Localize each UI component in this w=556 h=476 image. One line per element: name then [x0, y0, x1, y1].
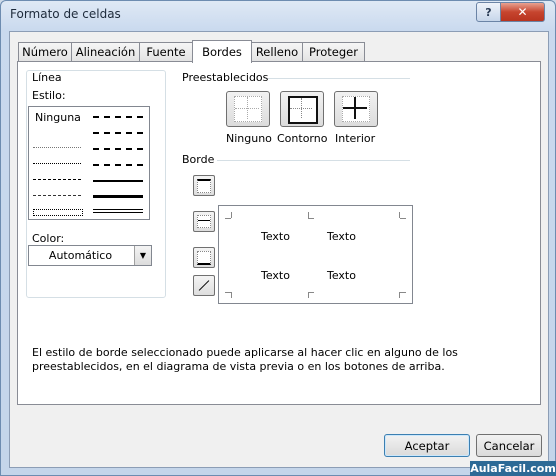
help-button[interactable]: ?	[476, 2, 501, 22]
tab-bordes[interactable]: Bordes	[192, 40, 252, 63]
corner-mark	[225, 218, 231, 219]
corner-mark	[400, 218, 406, 219]
style-dashdotdot-option[interactable]	[33, 179, 81, 180]
bordes-panel: Línea Estilo: Ninguna Color: Automático	[17, 61, 541, 405]
style-label: Estilo:	[32, 89, 66, 102]
corner-mark	[231, 212, 232, 218]
tab-relleno[interactable]: Relleno	[251, 42, 303, 61]
border-diagonal-up-button[interactable]	[193, 275, 215, 296]
tab-numero[interactable]: Número	[18, 42, 72, 61]
tab-fuente[interactable]: Fuente	[139, 42, 193, 61]
border-top-icon	[197, 179, 211, 193]
border-bottom-icon	[197, 251, 211, 265]
border-title: Borde	[182, 153, 215, 166]
preset-outline-label: Contorno	[277, 132, 328, 145]
line-style-list[interactable]: Ninguna	[28, 106, 150, 220]
corner-mark	[400, 292, 406, 293]
accept-button[interactable]: Aceptar	[384, 434, 470, 457]
style-slant-dashdot-option[interactable]	[93, 132, 143, 134]
preview-text: Texto	[327, 269, 356, 282]
style-double-option[interactable]	[93, 209, 143, 213]
dialog-body: Número Alineación Fuente Bordes Relleno …	[9, 31, 549, 468]
border-top-button[interactable]	[193, 175, 215, 196]
line-group-title: Línea	[31, 71, 63, 84]
preview-text: Texto	[261, 269, 290, 282]
tab-alineacion[interactable]: Alineación	[71, 42, 140, 61]
border-middle-horizontal-button[interactable]	[193, 211, 215, 232]
style-thin-selected-option[interactable]	[33, 209, 83, 216]
border-preview[interactable]: Texto Texto Texto Texto	[218, 205, 413, 304]
style-thick-option[interactable]	[93, 195, 143, 198]
presets-title: Preestablecidos	[182, 71, 269, 84]
watermark-logo: AulaFacil.com	[470, 461, 556, 476]
preset-inside-label: Interior	[335, 132, 376, 145]
description-text: El estilo de borde seleccionado puede ap…	[32, 346, 458, 373]
border-bottom-button[interactable]	[193, 247, 215, 268]
close-button[interactable]: ✕	[500, 2, 545, 22]
dialog-title: Formato de celdas	[10, 7, 121, 21]
cancel-button[interactable]: Cancelar	[476, 434, 542, 457]
preset-outline-icon	[288, 96, 318, 124]
preset-outline-button[interactable]	[280, 91, 324, 127]
preview-text: Texto	[261, 230, 290, 243]
presets-separator	[268, 78, 410, 79]
chevron-down-icon[interactable]: ▼	[134, 246, 151, 265]
corner-mark	[308, 292, 314, 293]
style-dashdot-option[interactable]	[33, 195, 81, 196]
corner-mark	[231, 292, 232, 298]
corner-mark	[308, 218, 314, 219]
color-dropdown[interactable]: Automático ▼	[28, 245, 152, 266]
preview-text: Texto	[327, 230, 356, 243]
corner-mark	[225, 292, 231, 293]
preset-none-button[interactable]	[226, 91, 270, 127]
style-medium-option[interactable]	[93, 180, 143, 182]
style-hair-option[interactable]	[33, 147, 81, 148]
dialog-window: Formato de celdas ? ✕ Número Alineación …	[0, 0, 556, 476]
diagonal-up-icon	[198, 280, 210, 291]
preset-none-icon	[234, 96, 262, 122]
style-none-option[interactable]: Ninguna	[35, 111, 81, 124]
color-label: Color:	[32, 232, 65, 245]
preset-none-label: Ninguno	[226, 132, 272, 145]
style-med-dashdot-option[interactable]	[93, 148, 143, 150]
border-middle-horizontal-icon	[197, 215, 211, 228]
color-value: Automático	[48, 249, 113, 262]
tab-proteger[interactable]: Proteger	[302, 42, 365, 61]
border-separator	[217, 160, 410, 161]
preset-inside-icon	[342, 96, 370, 122]
style-med-dashed-option[interactable]	[93, 164, 143, 166]
style-med-dashdotdot-option[interactable]	[93, 116, 143, 118]
style-dotted-option[interactable]	[33, 163, 81, 164]
preset-inside-button[interactable]	[334, 91, 378, 127]
